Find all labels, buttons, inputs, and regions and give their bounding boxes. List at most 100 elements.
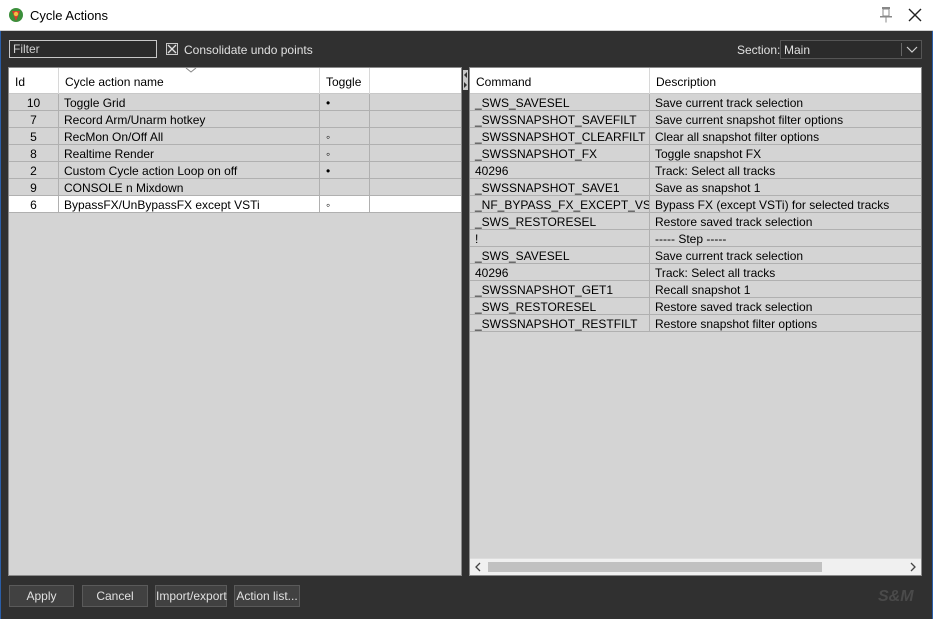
cell-id: 9 bbox=[9, 179, 59, 196]
cell-command: _SWS_SAVESEL bbox=[470, 94, 650, 111]
cell-command: _SWSSNAPSHOT_SAVEFILT bbox=[470, 111, 650, 128]
cell-empty bbox=[370, 111, 461, 128]
column-header-command[interactable]: Command bbox=[470, 68, 650, 94]
commands-header: Command Description bbox=[470, 68, 921, 94]
section-label: Section: bbox=[737, 43, 781, 57]
close-icon[interactable] bbox=[906, 6, 924, 24]
cell-description: Save current snapshot filter options bbox=[650, 111, 921, 128]
table-row[interactable]: 5 RecMon On/Off All ◦ bbox=[9, 128, 461, 145]
table-row[interactable]: _SWS_RESTORESEL Restore saved track selec… bbox=[470, 298, 921, 315]
cancel-button[interactable]: Cancel bbox=[82, 585, 148, 607]
table-row[interactable]: _SWS_SAVESEL Save current track selection bbox=[470, 94, 921, 111]
panel-splitter[interactable] bbox=[462, 67, 469, 576]
cell-empty bbox=[370, 145, 461, 162]
pin-icon[interactable] bbox=[878, 6, 894, 24]
title-bar: Cycle Actions bbox=[0, 0, 933, 31]
sm-watermark: S&M bbox=[878, 588, 914, 605]
table-row[interactable]: 9 CONSOLE n Mixdown bbox=[9, 179, 461, 196]
chevron-down-icon bbox=[906, 46, 918, 53]
column-header-id[interactable]: Id bbox=[9, 68, 59, 94]
cell-empty bbox=[370, 94, 461, 111]
cell-toggle: ◦ bbox=[320, 128, 370, 145]
cycle-actions-header: Id Cycle action name Toggle bbox=[9, 68, 461, 94]
table-row[interactable]: ! ----- Step ----- bbox=[470, 230, 921, 247]
cell-action-name: RecMon On/Off All bbox=[59, 128, 320, 145]
table-row[interactable]: _SWSSNAPSHOT_CLEARFILT Clear all snapshot… bbox=[470, 128, 921, 145]
table-row[interactable]: _SWS_SAVESEL Save current track selection bbox=[470, 247, 921, 264]
cell-command: _SWSSNAPSHOT_FX bbox=[470, 145, 650, 162]
cell-toggle bbox=[320, 111, 370, 128]
cell-toggle: ◦ bbox=[320, 196, 370, 213]
cell-command: ! bbox=[470, 230, 650, 247]
table-row[interactable]: _SWS_RESTORESEL Restore saved track selec… bbox=[470, 213, 921, 230]
cell-description: Save as snapshot 1 bbox=[650, 179, 921, 196]
scroll-right-icon[interactable] bbox=[908, 561, 918, 573]
cell-command: 40296 bbox=[470, 264, 650, 281]
cell-toggle: ◦ bbox=[320, 145, 370, 162]
cell-command: _SWS_SAVESEL bbox=[470, 247, 650, 264]
cell-id: 8 bbox=[9, 145, 59, 162]
cell-toggle: • bbox=[320, 94, 370, 111]
horizontal-scrollbar[interactable] bbox=[470, 558, 921, 575]
cell-description: Save current track selection bbox=[650, 94, 921, 111]
cell-empty bbox=[370, 179, 461, 196]
consolidate-undo-checkbox[interactable] bbox=[166, 43, 178, 55]
table-row[interactable]: 10 Toggle Grid • bbox=[9, 94, 461, 111]
table-row[interactable]: 40296 Track: Select all tracks bbox=[470, 162, 921, 179]
column-header-toggle[interactable]: Toggle bbox=[320, 68, 370, 94]
sort-indicator-icon bbox=[185, 68, 197, 73]
cell-description: Restore saved track selection bbox=[650, 213, 921, 230]
table-row[interactable]: 40296 Track: Select all tracks bbox=[470, 264, 921, 281]
cell-action-name: Toggle Grid bbox=[59, 94, 320, 111]
cell-description: Toggle snapshot FX bbox=[650, 145, 921, 162]
cycle-actions-list[interactable]: Id Cycle action name Toggle 10 Toggle Gri… bbox=[8, 67, 462, 576]
cell-command: _NF_BYPASS_FX_EXCEPT_VSTI_... bbox=[470, 196, 650, 213]
cell-id: 5 bbox=[9, 128, 59, 145]
table-row[interactable]: _SWSSNAPSHOT_GET1 Recall snapshot 1 bbox=[470, 281, 921, 298]
table-row[interactable]: 2 Custom Cycle action Loop on off • bbox=[9, 162, 461, 179]
cell-description: Recall snapshot 1 bbox=[650, 281, 921, 298]
section-dropdown[interactable]: Main bbox=[780, 40, 922, 59]
apply-button[interactable]: Apply bbox=[9, 585, 74, 607]
table-row[interactable]: 8 Realtime Render ◦ bbox=[9, 145, 461, 162]
cell-command: 40296 bbox=[470, 162, 650, 179]
cell-command: _SWSSNAPSHOT_GET1 bbox=[470, 281, 650, 298]
consolidate-undo-label: Consolidate undo points bbox=[184, 43, 313, 57]
table-row[interactable]: _SWSSNAPSHOT_SAVEFILT Save current snapsh… bbox=[470, 111, 921, 128]
column-header-description[interactable]: Description bbox=[650, 68, 921, 94]
cell-id: 7 bbox=[9, 111, 59, 128]
table-row[interactable]: 7 Record Arm/Unarm hotkey bbox=[9, 111, 461, 128]
action-list-button[interactable]: Action list... bbox=[234, 585, 300, 607]
checkmark-x-icon bbox=[167, 44, 177, 54]
table-row[interactable]: _SWSSNAPSHOT_FX Toggle snapshot FX bbox=[470, 145, 921, 162]
filter-input[interactable] bbox=[9, 40, 157, 58]
cell-command: _SWS_RESTORESEL bbox=[470, 298, 650, 315]
cell-toggle: • bbox=[320, 162, 370, 179]
cell-description: Bypass FX (except VSTi) for selected tra… bbox=[650, 196, 921, 213]
commands-list[interactable]: Command Description _SWS_SAVESEL Save cur… bbox=[469, 67, 922, 576]
table-row[interactable]: 6 BypassFX/UnBypassFX except VSTi ◦ bbox=[9, 196, 461, 213]
cell-command: _SWS_RESTORESEL bbox=[470, 213, 650, 230]
cell-action-name: CONSOLE n Mixdown bbox=[59, 179, 320, 196]
cell-empty bbox=[370, 196, 461, 213]
table-row[interactable]: _SWSSNAPSHOT_RESTFILT Restore snapshot fi… bbox=[470, 315, 921, 332]
cell-id: 6 bbox=[9, 196, 59, 213]
cell-empty bbox=[370, 162, 461, 179]
cell-id: 2 bbox=[9, 162, 59, 179]
window-title: Cycle Actions bbox=[30, 8, 109, 23]
cell-command: _SWSSNAPSHOT_SAVE1 bbox=[470, 179, 650, 196]
reaper-app-icon bbox=[9, 8, 23, 22]
cell-toggle bbox=[320, 179, 370, 196]
cell-action-name: BypassFX/UnBypassFX except VSTi bbox=[59, 196, 320, 213]
cell-action-name: Realtime Render bbox=[59, 145, 320, 162]
scroll-left-icon[interactable] bbox=[473, 561, 483, 573]
table-row[interactable]: _SWSSNAPSHOT_SAVE1 Save as snapshot 1 bbox=[470, 179, 921, 196]
scrollbar-thumb[interactable] bbox=[488, 562, 822, 572]
cell-description: Track: Select all tracks bbox=[650, 264, 921, 281]
cell-description: Clear all snapshot filter options bbox=[650, 128, 921, 145]
collapse-arrows-icon[interactable] bbox=[463, 70, 468, 90]
cell-action-name: Custom Cycle action Loop on off bbox=[59, 162, 320, 179]
import-export-button[interactable]: Import/export bbox=[155, 585, 227, 607]
cell-description: Restore snapshot filter options bbox=[650, 315, 921, 332]
table-row[interactable]: _NF_BYPASS_FX_EXCEPT_VSTI_...Bypass FX (… bbox=[470, 196, 921, 213]
